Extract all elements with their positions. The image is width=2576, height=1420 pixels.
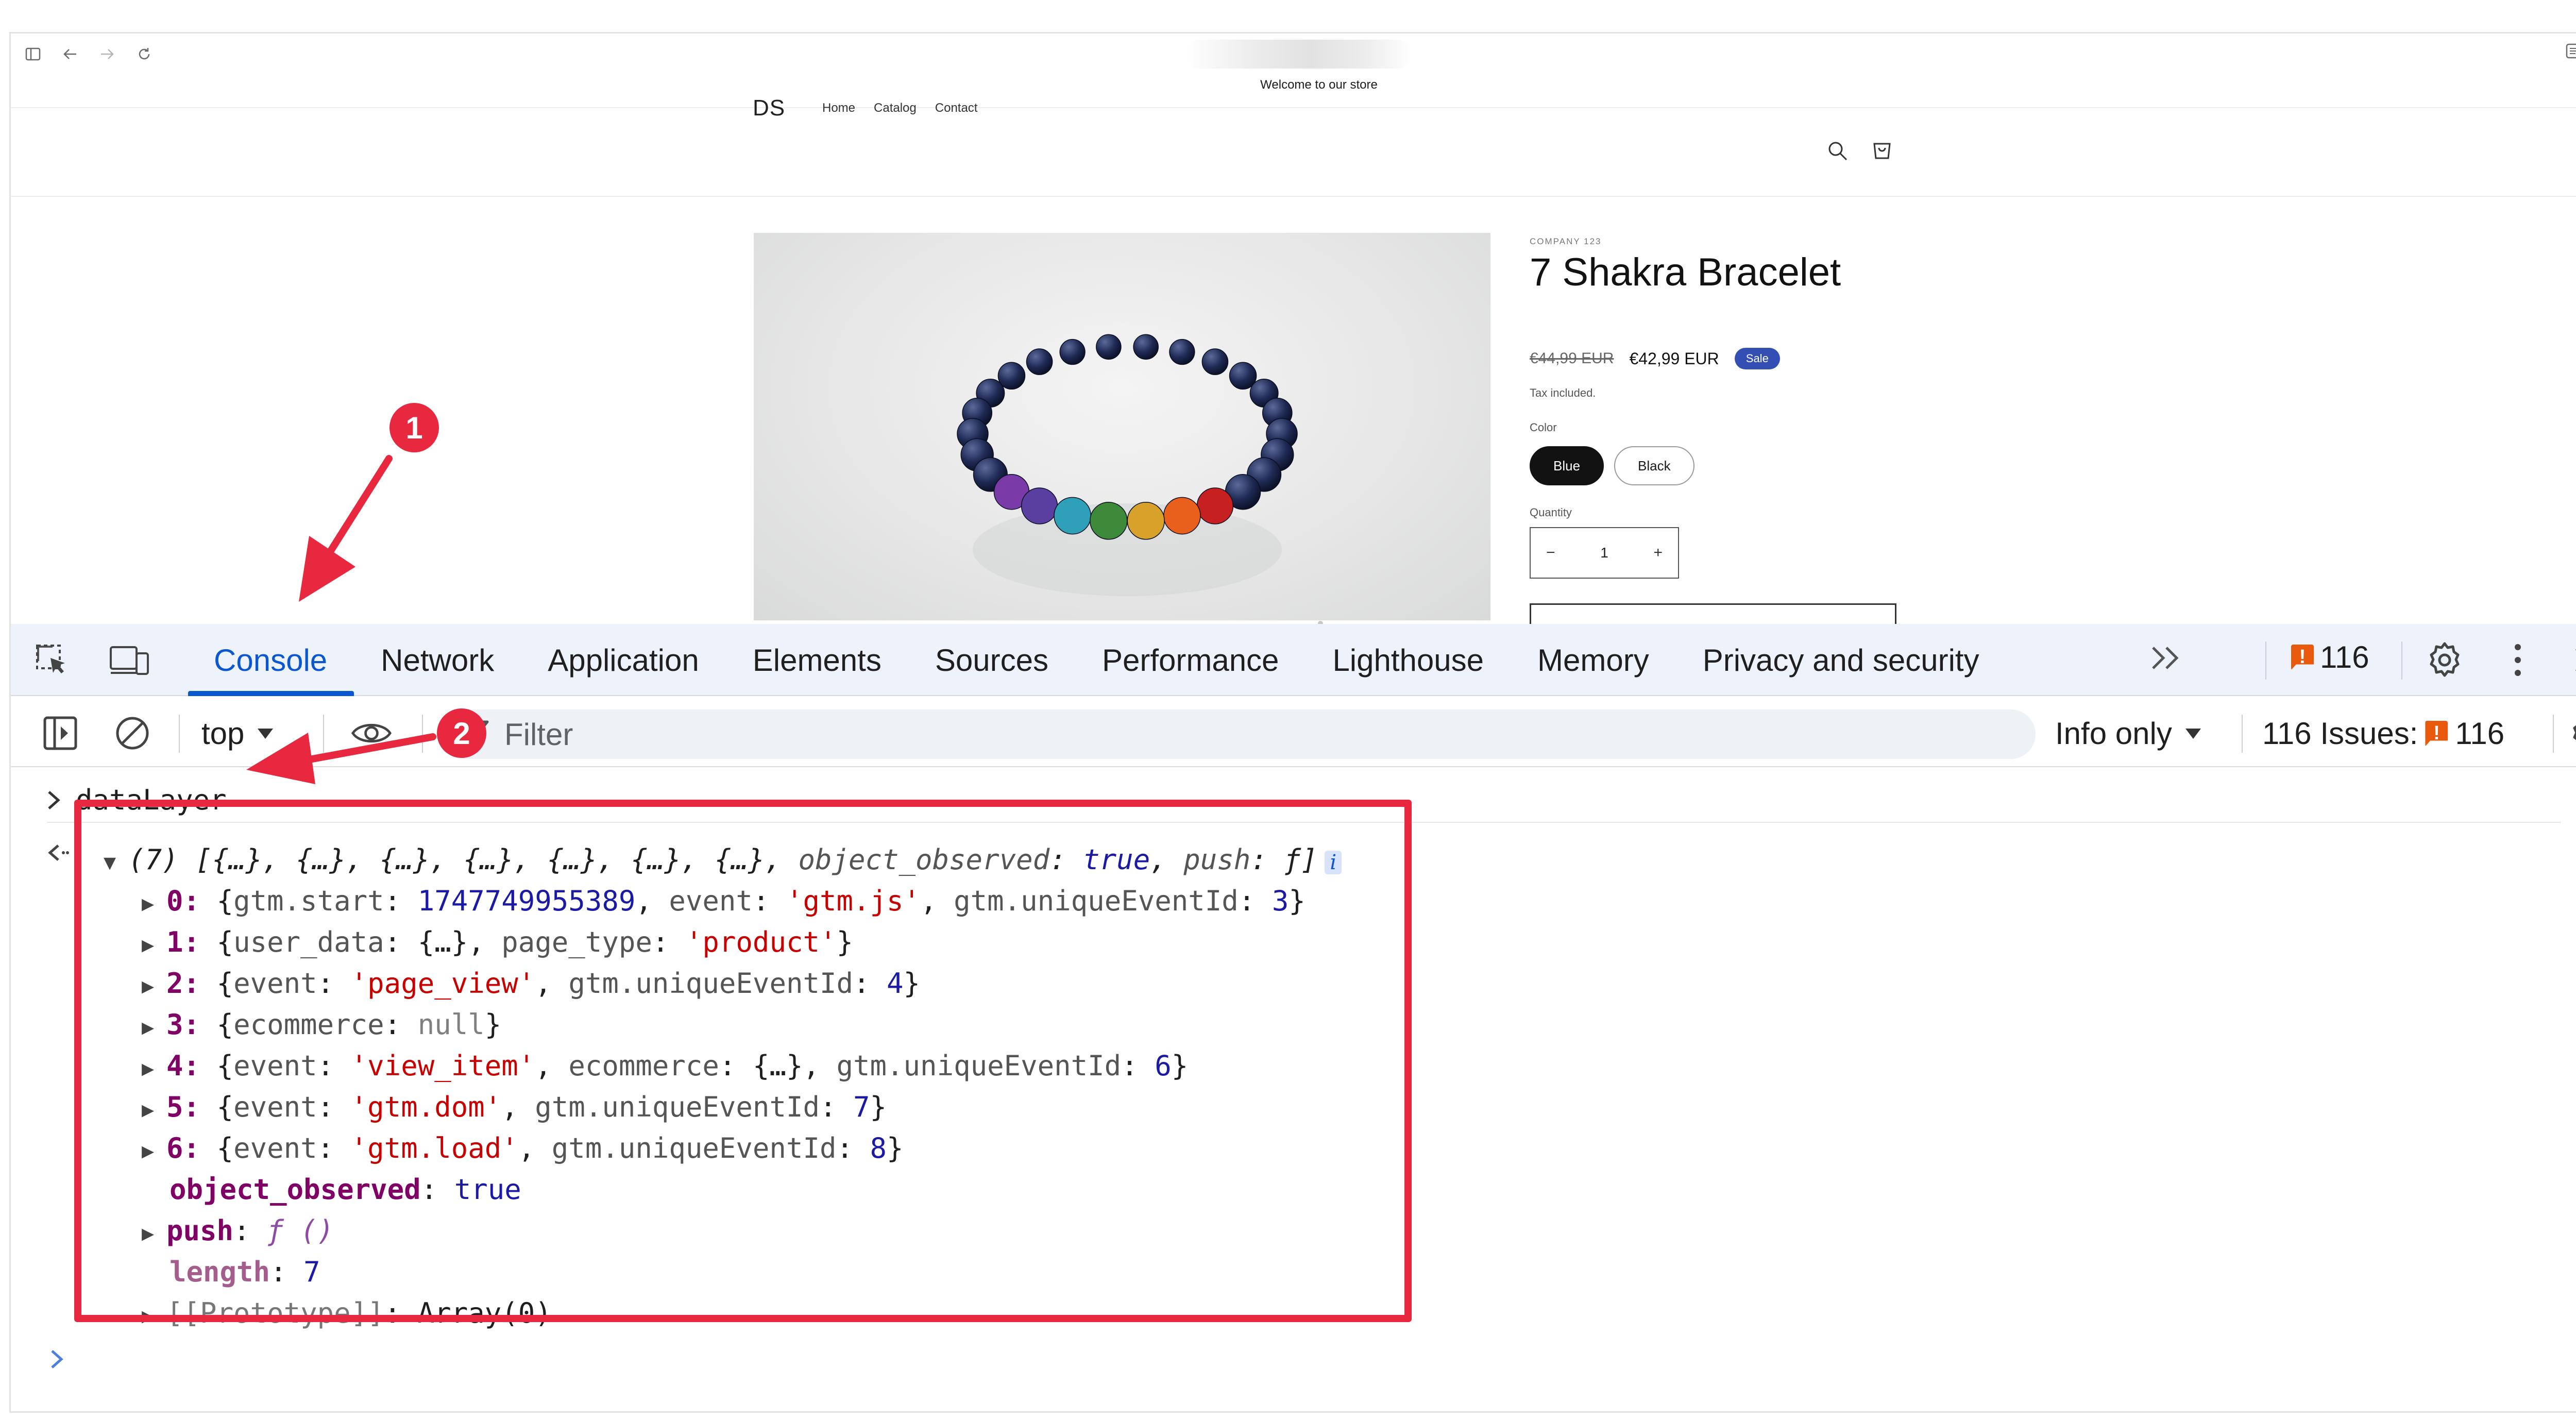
settings-gear-icon[interactable] bbox=[2424, 639, 2465, 681]
issues-counter[interactable]: ! 116 bbox=[2291, 639, 2369, 675]
bead bbox=[1026, 348, 1053, 375]
color-option-black[interactable]: Black bbox=[1614, 446, 1694, 485]
log-level-value: Info only bbox=[2055, 716, 2172, 751]
divider bbox=[2265, 641, 2266, 680]
more-tabs-icon[interactable] bbox=[2148, 643, 2184, 681]
store-nav: Home Catalog Contact bbox=[822, 101, 977, 115]
tab-performance[interactable]: Performance bbox=[1075, 624, 1306, 696]
issue-flag-icon: ! bbox=[2291, 644, 2314, 670]
bead bbox=[1021, 487, 1058, 525]
bead bbox=[1054, 497, 1091, 535]
quantity-value[interactable]: 1 bbox=[1600, 545, 1608, 561]
tax-note: Tax included. bbox=[1530, 386, 1596, 399]
quantity-increase-button[interactable]: + bbox=[1653, 544, 1663, 562]
divider bbox=[179, 715, 180, 753]
back-icon[interactable] bbox=[58, 42, 82, 66]
issues-summary[interactable]: 116 Issues: ! 116 bbox=[2262, 716, 2504, 751]
quantity-label: Quantity bbox=[1530, 506, 1572, 519]
bead bbox=[1133, 334, 1159, 360]
sale-badge: Sale bbox=[1734, 348, 1780, 369]
tab-lighthouse[interactable]: Lighthouse bbox=[1306, 624, 1511, 696]
bracelet-illustration bbox=[957, 334, 1298, 596]
tab-elements[interactable]: Elements bbox=[726, 624, 908, 696]
product-vendor: COMPANY 123 bbox=[1530, 236, 1602, 246]
color-option-blue[interactable]: Blue bbox=[1530, 446, 1604, 485]
tab-privacy-security[interactable]: Privacy and security bbox=[1676, 624, 2006, 696]
nav-home[interactable]: Home bbox=[822, 101, 855, 115]
issues-summary-count: 116 bbox=[2455, 716, 2505, 751]
divider bbox=[323, 715, 324, 753]
divider bbox=[2553, 715, 2554, 753]
nav-catalog[interactable]: Catalog bbox=[874, 101, 917, 115]
bead bbox=[1096, 334, 1122, 360]
result-arrow-icon bbox=[47, 839, 70, 869]
cart-icon[interactable] bbox=[1872, 139, 1892, 164]
sidebar-icon[interactable] bbox=[21, 42, 45, 66]
device-toolbar-icon[interactable] bbox=[109, 643, 150, 679]
devtools-tabs: Console Network Application Elements Sou… bbox=[188, 624, 2006, 696]
close-icon[interactable] bbox=[2567, 639, 2576, 681]
divider bbox=[422, 715, 423, 753]
sale-price: €42,99 EUR bbox=[1629, 349, 1719, 368]
color-options: Blue Black bbox=[1530, 446, 1694, 485]
bead bbox=[1169, 339, 1195, 365]
dropdown-arrow-icon bbox=[258, 728, 274, 739]
divider bbox=[11, 107, 2576, 108]
issues-counter-value: 116 bbox=[2320, 640, 2369, 674]
tab-application[interactable]: Application bbox=[521, 624, 726, 696]
bead bbox=[1127, 502, 1165, 540]
dropdown-arrow-icon bbox=[2185, 728, 2201, 739]
tab-network[interactable]: Network bbox=[354, 624, 521, 696]
divider bbox=[2401, 641, 2402, 680]
step-badge-1: 1 bbox=[389, 403, 439, 452]
step-badge-2: 2 bbox=[437, 708, 486, 758]
quantity-decrease-button[interactable]: − bbox=[1546, 544, 1555, 562]
log-level-dropdown[interactable]: Info only bbox=[2055, 716, 2202, 751]
divider bbox=[2242, 715, 2243, 753]
bead bbox=[1201, 348, 1229, 375]
context-selector[interactable]: top bbox=[201, 716, 274, 751]
issues-label: 116 Issues: bbox=[2262, 716, 2418, 751]
address-bar[interactable] bbox=[1185, 40, 1412, 69]
price-row: €44,99 EUR €42,99 EUR Sale bbox=[1530, 348, 1780, 369]
tab-console[interactable]: Console bbox=[188, 624, 354, 696]
context-value: top bbox=[201, 716, 245, 751]
inspect-element-icon[interactable] bbox=[31, 643, 73, 679]
tab-memory[interactable]: Memory bbox=[1511, 624, 1676, 696]
bead bbox=[1196, 487, 1234, 525]
search-icon[interactable] bbox=[1827, 141, 1848, 164]
bead bbox=[1059, 339, 1086, 365]
more-options-icon[interactable] bbox=[2497, 639, 2538, 681]
highlight-box bbox=[74, 800, 1412, 1322]
announcement-bar: Welcome to our store bbox=[1260, 78, 1378, 92]
issue-flag-icon: ! bbox=[2425, 720, 2448, 747]
input-chevron-icon bbox=[48, 790, 60, 809]
reload-icon[interactable] bbox=[132, 42, 156, 66]
devtools-tabbar: Console Network Application Elements Sou… bbox=[11, 624, 2576, 696]
product-title: 7 Shakra Bracelet bbox=[1530, 250, 1841, 294]
store-logo[interactable]: DS bbox=[753, 95, 785, 121]
reader-icon[interactable] bbox=[2565, 42, 2576, 62]
console-sidebar-icon[interactable] bbox=[40, 713, 81, 754]
clear-console-icon[interactable] bbox=[112, 713, 153, 754]
compare-price: €44,99 EUR bbox=[1530, 350, 1614, 367]
bead bbox=[1090, 502, 1128, 540]
console-settings-gear-icon[interactable] bbox=[2567, 713, 2576, 754]
nav-contact[interactable]: Contact bbox=[935, 101, 978, 115]
forward-icon[interactable] bbox=[95, 42, 119, 66]
tab-sources[interactable]: Sources bbox=[908, 624, 1075, 696]
console-toolbar: top Filter Info only 116 Issues: ! 116 bbox=[11, 697, 2576, 767]
filter-input[interactable]: Filter bbox=[438, 709, 2036, 759]
divider bbox=[11, 196, 2576, 197]
console-prompt-icon[interactable] bbox=[50, 1345, 64, 1376]
filter-placeholder: Filter bbox=[504, 717, 573, 752]
quantity-stepper: − 1 + bbox=[1530, 527, 1679, 579]
browser-toolbar bbox=[11, 33, 2576, 75]
product-image[interactable] bbox=[754, 233, 1490, 620]
color-label: Color bbox=[1530, 421, 1557, 434]
live-expression-eye-icon[interactable] bbox=[351, 713, 392, 754]
bead bbox=[1163, 497, 1201, 535]
